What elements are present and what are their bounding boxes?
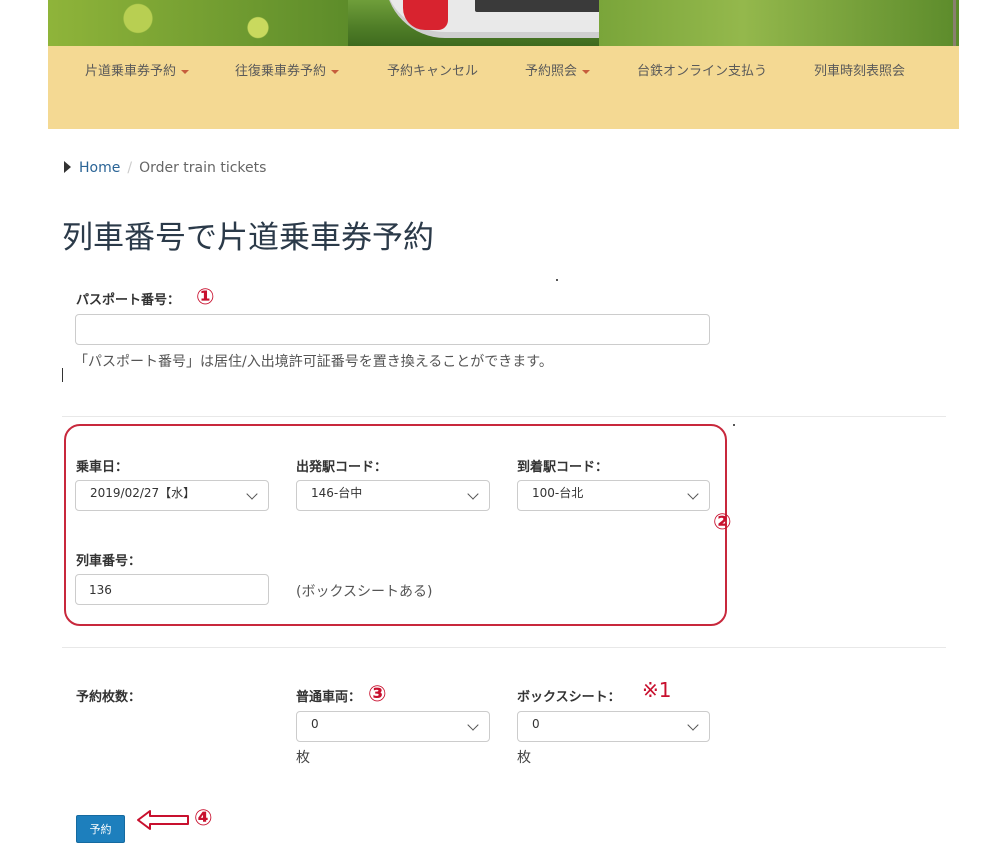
caret-down-icon [582,69,591,74]
main-nav: 片道乗車券予約 往復乗車券予約 予約キャンセル 予約照会 台鉄オンライン支払う … [48,46,959,129]
note-mark-1: ※1 [642,678,672,702]
to-station-label: 到着駅コード： [517,460,609,475]
triangle-right-icon [64,161,71,173]
regular-unit: 枚 [296,750,310,766]
nav-item-inquiry[interactable]: 予約照会 [525,60,591,79]
hero-banner-image [48,0,959,46]
caret-down-icon [181,69,190,74]
nav-item-oneway[interactable]: 片道乗車券予約 [85,60,190,79]
chevron-down-icon [687,719,699,731]
hero-grass [599,0,959,46]
date-select[interactable]: 2019/02/27【水】 [75,480,269,511]
breadcrumb-separator: / [127,160,133,176]
annotation-1: ① [196,285,215,310]
passport-help-text: 「パスポート番号」は居住/入出境許可証番号を置き換えることができます。 [74,354,553,370]
stray-dot [733,424,735,426]
stray-dot [556,279,558,281]
section-divider [62,647,946,648]
hero-foliage [48,0,348,46]
chevron-down-icon [687,488,699,500]
reserve-button[interactable]: 予約 [76,815,125,843]
box-seat-label: ボックスシート： [517,690,621,705]
hero-pole [953,0,956,46]
from-station-select[interactable]: 146-台中 [296,480,490,511]
box-seat-note: (ボックスシートある) [296,584,433,600]
section-divider [62,416,946,417]
nav-item-payment[interactable]: 台鉄オンライン支払う [637,60,767,79]
breadcrumb-home-link[interactable]: Home [79,160,120,176]
passport-input[interactable] [75,314,710,345]
ticket-count-label: 予約枚数： [76,690,142,705]
chevron-down-icon [467,488,479,500]
text-cursor [62,368,63,382]
chevron-down-icon [467,719,479,731]
annotation-2: ② [713,510,732,535]
breadcrumb-current: Order train tickets [139,160,267,176]
to-station-select[interactable]: 100-台北 [517,480,710,511]
box-seat-unit: 枚 [517,750,531,766]
annotation-4: ④ [194,806,213,831]
arrow-left-icon [137,810,189,830]
nav-item-cancel[interactable]: 予約キャンセル [387,60,478,79]
breadcrumb: Home / Order train tickets [64,160,266,176]
nav-item-timetable[interactable]: 列車時刻表照会 [814,60,905,79]
box-seat-select[interactable]: 0 [517,711,710,742]
annotation-3: ③ [368,682,387,707]
regular-car-select[interactable]: 0 [296,711,490,742]
from-station-label: 出発駅コード： [296,460,388,475]
chevron-down-icon [246,488,258,500]
caret-down-icon [331,69,340,74]
regular-car-label: 普通車両： [296,690,362,705]
train-number-input[interactable] [75,574,269,605]
date-label: 乗車日： [76,460,129,475]
train-number-label: 列車番号： [76,554,142,569]
nav-item-roundtrip[interactable]: 往復乗車券予約 [235,60,340,79]
page-title: 列車番号で片道乗車券予約 [62,220,434,256]
passport-label: パスポート番号： [76,293,181,308]
